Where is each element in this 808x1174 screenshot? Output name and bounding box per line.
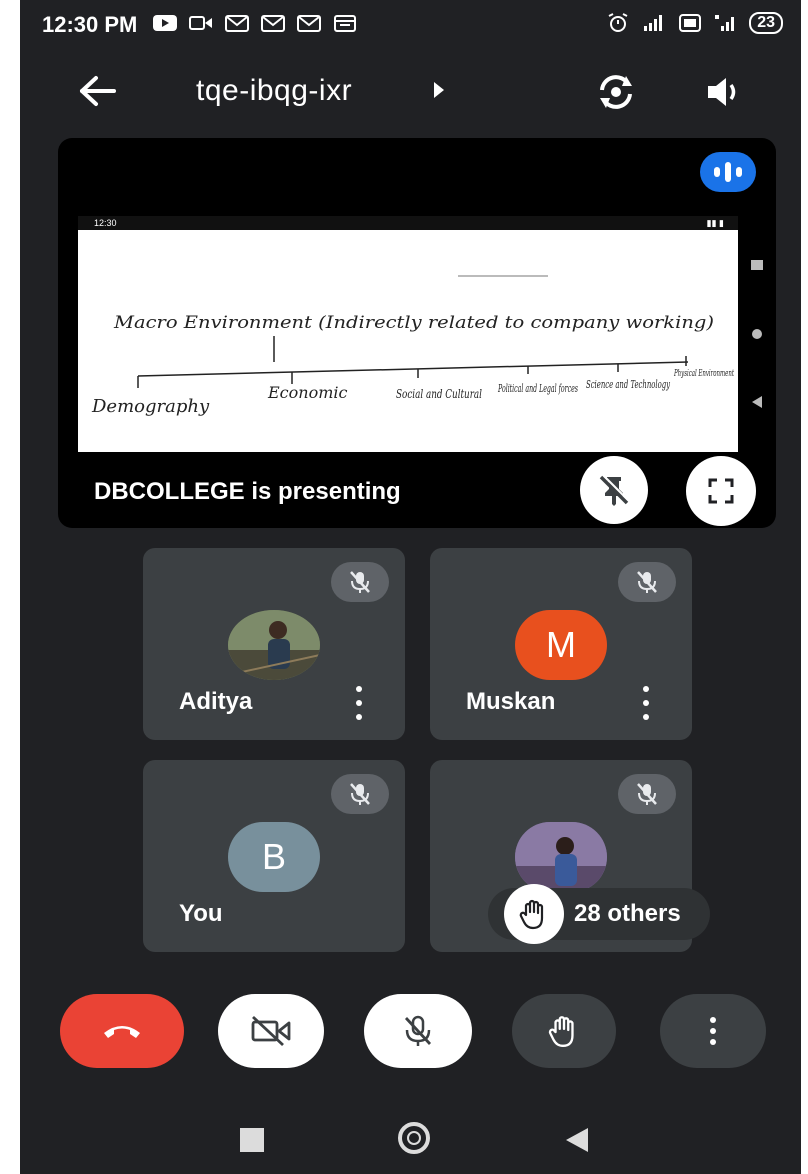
avatar-initial: M	[515, 610, 607, 680]
mic-off-icon	[331, 774, 389, 814]
caret-right-icon[interactable]	[434, 82, 444, 98]
back-icon[interactable]	[566, 1128, 588, 1152]
fullscreen-icon	[708, 478, 734, 504]
meeting-header: tqe-ibqg-ixr	[20, 60, 801, 124]
mic-off-icon	[404, 1015, 432, 1046]
diagram-branch: Economic	[267, 383, 348, 402]
participant-tile[interactable]: 28 others	[430, 760, 710, 952]
participant-name: Muskan	[466, 688, 556, 715]
battery-icon: 23	[749, 12, 783, 34]
unpin-button[interactable]	[580, 456, 648, 524]
system-icons: 23	[605, 12, 783, 34]
avatar-photo	[515, 822, 607, 892]
participant-name: You	[179, 900, 223, 927]
meeting-code[interactable]: tqe-ibqg-ixr	[196, 74, 352, 108]
hand-icon	[548, 1016, 574, 1047]
unpin-icon	[599, 474, 630, 506]
system-nav-bar	[20, 1092, 801, 1174]
diagram-branch: Social and Cultural	[396, 387, 482, 401]
switch-camera-icon[interactable]	[596, 72, 636, 112]
recents-icon[interactable]	[240, 1128, 264, 1152]
mic-toggle-button[interactable]	[364, 994, 472, 1068]
shared-screen: 12:30 ▮▮ ▮ Macro Environment (Indirectly…	[78, 216, 738, 452]
diagram-branch: Science and Technology	[586, 378, 670, 391]
others-pill[interactable]: 28 others	[488, 884, 710, 944]
participant-tile[interactable]: Aditya	[143, 548, 405, 740]
fullscreen-button[interactable]	[686, 456, 756, 526]
more-options-icon[interactable]	[353, 686, 365, 720]
mic-off-icon	[618, 774, 676, 814]
notification-icons	[152, 13, 358, 33]
speaker-icon[interactable]	[704, 74, 742, 110]
handwritten-diagram: Macro Environment (Indirectly related to…	[91, 275, 734, 417]
shared-nav-icons	[751, 260, 763, 408]
gmail-icon	[225, 15, 249, 32]
avatar-initial: B	[228, 822, 320, 892]
calendar-icon	[334, 15, 356, 32]
diagram-branch: Political and Legal forces	[497, 382, 578, 395]
video-icon	[189, 16, 212, 30]
mic-off-icon	[618, 562, 676, 602]
gmail-icon	[297, 15, 321, 32]
participant-tile[interactable]: B You	[143, 760, 405, 952]
audio-level-icon	[700, 152, 756, 192]
participant-tile[interactable]: M Muskan	[430, 548, 692, 740]
more-options-icon[interactable]	[640, 686, 652, 720]
avatar-photo	[228, 610, 320, 680]
presentation-card[interactable]: 12:30 ▮▮ ▮ Macro Environment (Indirectly…	[58, 138, 776, 528]
more-options-button[interactable]	[660, 994, 766, 1068]
status-bar: 12:30 PM 23	[20, 0, 801, 50]
back-arrow-icon[interactable]	[78, 74, 118, 108]
camera-toggle-button[interactable]	[218, 994, 324, 1068]
participant-name: Aditya	[179, 688, 253, 715]
diagram-heading: Macro Environment (Indirectly related to…	[113, 313, 714, 333]
others-count: 28 others	[574, 900, 681, 927]
status-time: 12:30 PM	[42, 12, 138, 37]
end-call-button[interactable]	[60, 994, 184, 1068]
volte-icon	[679, 14, 702, 32]
hang-up-icon	[104, 1026, 140, 1038]
raised-hand-icon	[504, 884, 564, 944]
raise-hand-button[interactable]	[512, 994, 616, 1068]
mic-off-icon	[331, 562, 389, 602]
meet-screen: 12:30 PM 23 tqe-ibqg-ixr 12:30 ▮▮ ▮ Macr…	[20, 0, 801, 1174]
signal-icon	[644, 15, 663, 31]
diagram-branch: Physical Environment	[673, 369, 734, 379]
diagram-branch: Demography	[91, 396, 210, 417]
home-icon[interactable]	[398, 1122, 430, 1154]
alarm-icon	[608, 13, 628, 32]
gmail-icon	[261, 15, 285, 32]
presenting-label: DBCOLLEGE is presenting	[94, 478, 401, 505]
signal-4g-icon	[715, 15, 735, 31]
more-vert-icon	[707, 1017, 719, 1045]
youtube-icon	[153, 15, 177, 31]
camera-off-icon	[251, 1015, 291, 1047]
